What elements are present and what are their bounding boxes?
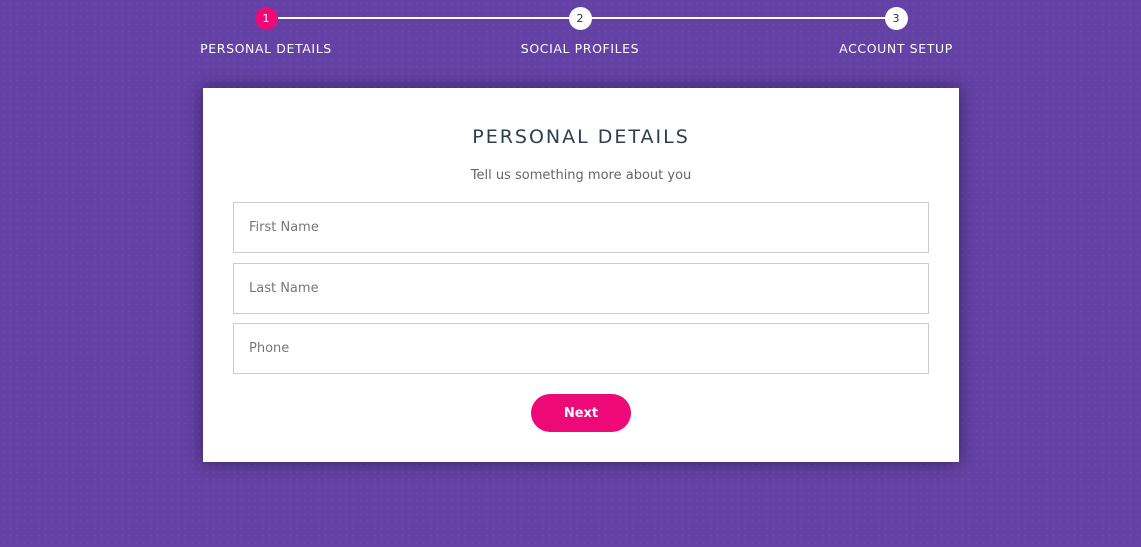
- personal-details-form: PERSONAL DETAILS Tell us something more …: [203, 88, 959, 462]
- step-label: PERSONAL DETAILS: [200, 41, 332, 56]
- step-number-badge: 1: [254, 7, 278, 30]
- form-title: PERSONAL DETAILS: [472, 126, 690, 148]
- step-label: ACCOUNT SETUP: [839, 41, 953, 56]
- step-label: SOCIAL PROFILES: [520, 41, 640, 56]
- step-number-badge: 3: [884, 7, 908, 30]
- phone-input[interactable]: [233, 323, 929, 374]
- next-button[interactable]: Next: [531, 394, 631, 432]
- first-name-input[interactable]: [233, 202, 929, 253]
- progress-bar: 1 PERSONAL DETAILS 2 SOCIAL PROFILES 3 A…: [0, 0, 1141, 70]
- progress-step-personal-details: 1 PERSONAL DETAILS: [146, 0, 386, 56]
- progress-step-account-setup: 3 ACCOUNT SETUP: [776, 0, 1016, 56]
- step-number-badge: 2: [568, 7, 592, 30]
- last-name-input[interactable]: [233, 263, 929, 314]
- progress-step-social-profiles: 2 SOCIAL PROFILES: [460, 0, 700, 56]
- form-subtitle: Tell us something more about you: [470, 168, 692, 183]
